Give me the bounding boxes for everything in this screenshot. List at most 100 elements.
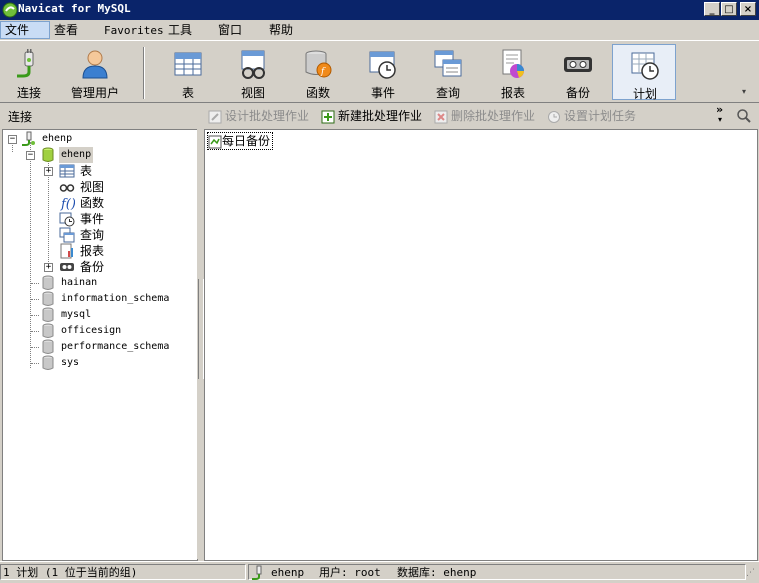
expand-icon[interactable]: + (44, 167, 53, 176)
backup-icon (60, 263, 74, 271)
tree-connection-label: ehenp (42, 133, 73, 144)
toolbar-label: 报表 (500, 86, 525, 100)
function-icon: f() (60, 197, 75, 211)
tree-database-label: sys (61, 357, 80, 368)
tree-item-label: 查询 (80, 228, 105, 242)
tree-database-label: performance_schema (61, 341, 170, 352)
connection-status-icon (252, 565, 262, 580)
toolbar-connection-button[interactable]: 连接 (0, 44, 61, 100)
toolbar-label: 备份 (565, 86, 590, 100)
backup-icon (564, 57, 592, 72)
table-icon (59, 164, 75, 178)
collapse-icon[interactable]: − (26, 151, 35, 160)
search-icon[interactable] (736, 108, 752, 124)
delete-batch-job-button[interactable]: 删除批处理作业 (434, 107, 535, 125)
design-batch-job-button[interactable]: 设计批处理作业 (208, 107, 309, 125)
menu-file[interactable]: 文件 (0, 21, 50, 39)
design-batch-icon (208, 110, 222, 123)
menu-view[interactable]: 查看 (50, 22, 82, 39)
query-icon (59, 227, 75, 243)
resize-grip-icon[interactable]: ⋰ (746, 568, 756, 578)
connection-tree[interactable]: − ehenp − ehenp + 表 视图 f() 函数 事件 查询 报表 +… (2, 129, 198, 561)
pane-splitter[interactable] (197, 129, 204, 559)
tree-item-label: 备份 (80, 260, 105, 274)
toolbar-separator (143, 47, 145, 99)
table-icon (174, 52, 202, 76)
toolbar-view-button[interactable]: 视图 (221, 44, 285, 100)
connection-pane-title: 连接 (8, 110, 33, 124)
database-icon (42, 339, 54, 354)
schedule-item-label: 每日备份 (222, 134, 271, 148)
tree-database-label: mysql (61, 309, 92, 320)
database-icon (42, 275, 54, 290)
delete-batch-job-label: 删除批处理作业 (451, 109, 536, 123)
tree-guide (30, 142, 31, 368)
schedule-list[interactable]: 每日备份 (204, 129, 758, 561)
function-icon: f (305, 50, 332, 78)
object-toolbar: 连接 设计批处理作业 新建批处理作业 删除批处理作业 设置计划任务 » ▾ (0, 102, 759, 129)
set-schedule-task-button[interactable]: 设置计划任务 (547, 107, 636, 125)
toolbar-label: 计划 (632, 87, 657, 101)
title-bar[interactable]: Navicat for MySQL _ □ × (0, 0, 759, 20)
report-icon (60, 243, 73, 259)
toolbar-label: 函数 (305, 86, 330, 100)
toolbar-function-button[interactable]: f 函数 (286, 44, 350, 100)
more-actions-dropdown-icon[interactable]: ▾ (718, 115, 722, 124)
toolbar-overflow-icon[interactable]: ▾ (742, 87, 746, 96)
schedule-item[interactable]: 每日备份 (207, 132, 274, 150)
tree-database-label: ehenp (59, 147, 94, 163)
tree-item-label: 表 (80, 164, 93, 178)
event-icon (369, 51, 396, 79)
delete-batch-icon (434, 110, 448, 123)
window-title: Navicat for MySQL (18, 2, 131, 15)
maximize-button[interactable]: □ (721, 2, 737, 16)
tree-guide (31, 331, 39, 332)
minimize-button[interactable]: _ (704, 2, 720, 16)
menu-bar: 文件 查看 Favorites 工具 窗口 帮助 (0, 20, 759, 40)
event-icon (59, 212, 75, 227)
new-batch-job-button[interactable]: 新建批处理作业 (321, 107, 422, 125)
toolbar-label: 事件 (370, 86, 395, 100)
tree-database-label: officesign (61, 325, 122, 336)
main-toolbar: 连接 管理用户 表 视图 f 函数 事件 查询 报表 备份 计划 ▾ (0, 40, 759, 103)
report-icon (502, 49, 524, 78)
status-database: 数据库: ehenp (397, 566, 477, 579)
toolbar-report-button[interactable]: 报表 (481, 44, 545, 100)
collapse-icon[interactable]: − (8, 135, 17, 144)
toolbar-query-button[interactable]: 查询 (416, 44, 480, 100)
toolbar-label: 视图 (240, 86, 265, 100)
database-icon (42, 323, 54, 338)
toolbar-schedule-button[interactable]: 计划 (612, 44, 676, 101)
set-schedule-icon (548, 110, 560, 123)
toolbar-event-button[interactable]: 事件 (351, 44, 415, 100)
toolbar-table-button[interactable]: 表 (156, 44, 220, 100)
tree-item-label: 事件 (80, 212, 105, 226)
toolbar-backup-button[interactable]: 备份 (546, 44, 610, 100)
toolbar-manage-users-button[interactable]: 管理用户 (63, 44, 127, 100)
status-count: 1 计划 (1 位于当前的组) (0, 564, 246, 580)
tree-database-label: hainan (61, 277, 98, 288)
menu-favorites[interactable]: Favorites (100, 22, 168, 39)
menu-tools[interactable]: 工具 (164, 22, 196, 39)
database-icon (42, 355, 54, 370)
expand-icon[interactable]: + (44, 263, 53, 272)
design-batch-job-label: 设计批处理作业 (225, 109, 310, 123)
schedule-icon (631, 52, 659, 80)
database-open-icon (42, 147, 54, 162)
close-button[interactable]: × (740, 2, 756, 16)
query-icon (434, 50, 462, 77)
tree-item-label: 报表 (80, 244, 105, 258)
tree-item-label: 函数 (80, 196, 105, 210)
tree-guide (31, 315, 39, 316)
menu-window[interactable]: 窗口 (214, 22, 246, 39)
new-batch-icon (321, 110, 335, 123)
status-bar: 1 计划 (1 位于当前的组) ehenp 用户: root 数据库: ehen… (0, 561, 759, 583)
tree-item-label: 视图 (80, 180, 105, 194)
navicat-logo-icon (2, 2, 18, 18)
user-icon (82, 50, 108, 79)
menu-help[interactable]: 帮助 (265, 22, 297, 39)
status-connection: ehenp (271, 566, 305, 579)
database-icon (42, 307, 54, 322)
toolbar-label: 表 (181, 86, 194, 100)
tree-guide (31, 363, 39, 364)
